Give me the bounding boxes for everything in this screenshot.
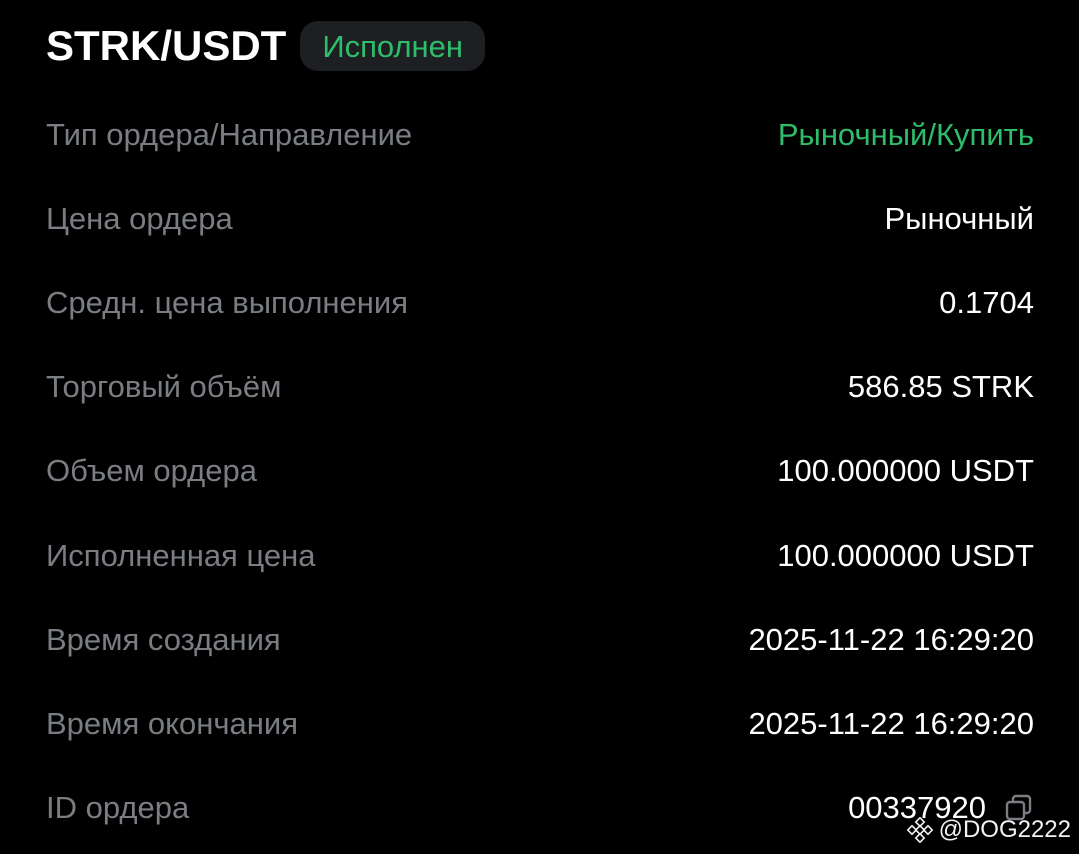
watermark: @DOG2222 — [906, 816, 1071, 844]
status-badge: Исполнен — [300, 21, 486, 71]
detail-row-avg-fill-price: Средн. цена выполнения 0.1704 — [46, 260, 1034, 344]
detail-row-trade-volume: Торговый объём 586.85 STRK — [46, 345, 1034, 429]
detail-row-end-time: Время окончания 2025-11-22 16:29:20 — [46, 681, 1034, 765]
detail-row-order-id: ID ордера 00337920 — [46, 766, 1034, 850]
detail-label: Время создания — [46, 621, 281, 657]
detail-row-order-type: Тип ордера/Направление Рыночный/Купить — [46, 92, 1034, 176]
watermark-text: @DOG2222 — [938, 816, 1071, 843]
detail-label: Исполненная цена — [46, 537, 316, 573]
detail-value: 0.1704 — [939, 284, 1034, 320]
detail-label: Цена ордера — [46, 200, 233, 236]
order-header: STRK/USDT Исполнен — [46, 18, 486, 74]
detail-row-executed-price: Исполненная цена 100.000000 USDT — [46, 513, 1034, 597]
detail-value: 100.000000 USDT — [777, 453, 1034, 489]
detail-row-order-price: Цена ордера Рыночный — [46, 176, 1034, 260]
detail-value: 2025-11-22 16:29:20 — [748, 621, 1034, 657]
trading-pair-title: STRK/USDT — [46, 22, 287, 69]
detail-value: Рыночный/Купить — [777, 116, 1034, 152]
detail-value: 2025-11-22 16:29:20 — [748, 705, 1034, 741]
order-details: Тип ордера/Направление Рыночный/Купить Ц… — [46, 92, 1034, 850]
detail-value: 100.000000 USDT — [777, 537, 1034, 573]
detail-value: 586.85 STRK — [847, 369, 1034, 405]
detail-label: Средн. цена выполнения — [46, 284, 409, 320]
detail-row-created-time: Время создания 2025-11-22 16:29:20 — [46, 597, 1034, 681]
detail-row-order-volume: Объем ордера 100.000000 USDT — [46, 429, 1034, 513]
detail-label: Торговый объём — [46, 369, 282, 405]
detail-label: Тип ордера/Направление — [46, 116, 413, 152]
detail-label: ID ордера — [46, 790, 190, 826]
binance-logo-icon — [906, 816, 933, 844]
detail-label: Время окончания — [46, 705, 298, 741]
detail-value: Рыночный — [884, 200, 1034, 236]
detail-label: Объем ордера — [46, 453, 257, 489]
